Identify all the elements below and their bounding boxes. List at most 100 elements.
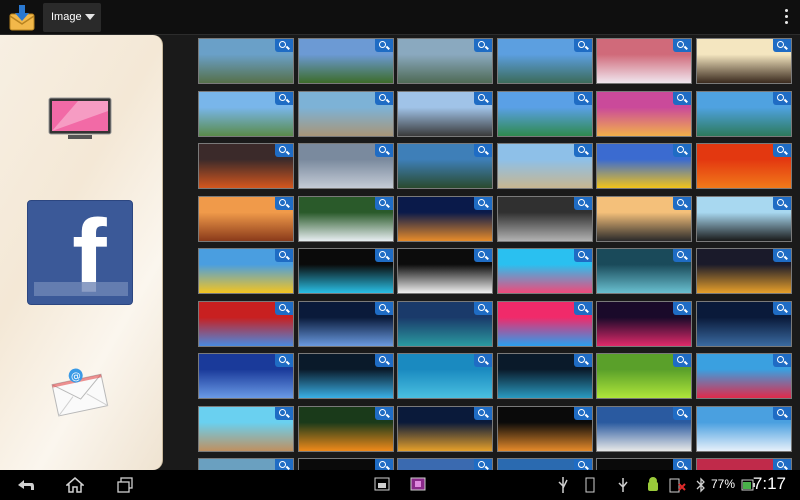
zoom-icon[interactable] — [673, 354, 691, 367]
zoom-icon[interactable] — [275, 197, 293, 210]
wallpaper-thumbnail[interactable] — [696, 196, 792, 242]
wallpaper-thumbnail[interactable] — [497, 143, 593, 189]
zoom-icon[interactable] — [474, 92, 492, 105]
zoom-icon[interactable] — [375, 197, 393, 210]
wallpaper-thumbnail[interactable] — [298, 91, 394, 137]
wallpaper-thumbnail[interactable] — [198, 38, 294, 84]
wallpaper-thumbnail[interactable] — [596, 301, 692, 347]
zoom-icon[interactable] — [673, 39, 691, 52]
wallpaper-thumbnail[interactable] — [198, 91, 294, 137]
zoom-icon[interactable] — [375, 144, 393, 157]
wallpaper-thumbnail[interactable] — [696, 406, 792, 452]
wallpaper-thumbnail[interactable] — [497, 196, 593, 242]
zoom-icon[interactable] — [375, 459, 393, 470]
wallpaper-thumbnail[interactable] — [596, 406, 692, 452]
zoom-icon[interactable] — [275, 92, 293, 105]
facebook-share-icon[interactable]: f — [27, 200, 133, 305]
wallpaper-thumbnail[interactable] — [696, 143, 792, 189]
wallpaper-thumbnail[interactable] — [696, 91, 792, 137]
zoom-icon[interactable] — [673, 302, 691, 315]
zoom-icon[interactable] — [375, 302, 393, 315]
wallpaper-thumbnail[interactable] — [696, 458, 792, 470]
wallpaper-thumbnail[interactable] — [596, 196, 692, 242]
wallpaper-thumbnail[interactable] — [298, 301, 394, 347]
wallpaper-thumbnail[interactable] — [497, 406, 593, 452]
wallpaper-thumbnail[interactable] — [397, 38, 493, 84]
wallpaper-thumbnail[interactable] — [596, 353, 692, 399]
type-spinner[interactable]: Image — [43, 3, 101, 32]
zoom-icon[interactable] — [773, 354, 791, 367]
zoom-icon[interactable] — [474, 302, 492, 315]
wallpaper-thumbnail[interactable] — [198, 406, 294, 452]
wallpaper-thumbnail[interactable] — [497, 458, 593, 470]
zoom-icon[interactable] — [773, 197, 791, 210]
zoom-icon[interactable] — [574, 39, 592, 52]
wallpaper-thumbnail[interactable] — [198, 248, 294, 294]
wallpaper-thumbnail[interactable] — [497, 91, 593, 137]
zoom-icon[interactable] — [574, 459, 592, 470]
small-app-icon[interactable] — [374, 476, 390, 494]
zoom-icon[interactable] — [275, 144, 293, 157]
zoom-icon[interactable] — [375, 92, 393, 105]
wallpaper-thumbnail[interactable] — [596, 143, 692, 189]
wallpaper-thumbnail[interactable] — [497, 301, 593, 347]
wallpaper-thumbnail[interactable] — [596, 458, 692, 470]
wallpaper-thumbnail[interactable] — [696, 38, 792, 84]
home-icon[interactable] — [65, 476, 85, 494]
wallpaper-thumbnail[interactable] — [298, 143, 394, 189]
zoom-icon[interactable] — [275, 354, 293, 367]
zoom-icon[interactable] — [474, 354, 492, 367]
email-share-icon[interactable]: @ — [50, 365, 110, 417]
zoom-icon[interactable] — [574, 144, 592, 157]
wallpaper-thumbnail[interactable] — [198, 143, 294, 189]
zoom-icon[interactable] — [474, 407, 492, 420]
zoom-icon[interactable] — [773, 144, 791, 157]
wallpaper-thumbnail[interactable] — [397, 301, 493, 347]
wallpaper-thumbnail[interactable] — [397, 458, 493, 470]
zoom-icon[interactable] — [773, 459, 791, 470]
zoom-icon[interactable] — [275, 249, 293, 262]
screenshot-notification-icon[interactable] — [410, 476, 426, 494]
zoom-icon[interactable] — [474, 144, 492, 157]
zoom-icon[interactable] — [275, 302, 293, 315]
zoom-icon[interactable] — [275, 407, 293, 420]
zoom-icon[interactable] — [275, 459, 293, 470]
zoom-icon[interactable] — [673, 249, 691, 262]
zoom-icon[interactable] — [673, 197, 691, 210]
wallpaper-thumbnail[interactable] — [298, 406, 394, 452]
wallpaper-thumbnail[interactable] — [397, 196, 493, 242]
wallpaper-thumbnail[interactable] — [198, 196, 294, 242]
zoom-icon[interactable] — [574, 354, 592, 367]
wallpaper-thumbnail[interactable] — [497, 38, 593, 84]
wallpaper-thumbnail[interactable] — [298, 458, 394, 470]
zoom-icon[interactable] — [375, 249, 393, 262]
zoom-icon[interactable] — [375, 354, 393, 367]
wallpaper-thumbnail[interactable] — [696, 301, 792, 347]
wallpaper-thumbnail[interactable] — [397, 91, 493, 137]
wallpaper-thumbnail[interactable] — [397, 353, 493, 399]
wallpaper-thumbnail[interactable] — [696, 248, 792, 294]
recent-apps-icon[interactable] — [116, 476, 134, 494]
download-envelope-icon[interactable] — [8, 4, 36, 32]
wallpaper-thumbnail[interactable] — [298, 38, 394, 84]
zoom-icon[interactable] — [474, 459, 492, 470]
wallpaper-thumbnail[interactable] — [397, 248, 493, 294]
zoom-icon[interactable] — [474, 197, 492, 210]
zoom-icon[interactable] — [673, 407, 691, 420]
wallpaper-thumbnail[interactable] — [298, 196, 394, 242]
zoom-icon[interactable] — [474, 249, 492, 262]
zoom-icon[interactable] — [574, 249, 592, 262]
wallpaper-thumbnail[interactable] — [198, 353, 294, 399]
back-icon[interactable] — [16, 476, 36, 494]
zoom-icon[interactable] — [574, 92, 592, 105]
zoom-icon[interactable] — [773, 302, 791, 315]
zoom-icon[interactable] — [375, 407, 393, 420]
zoom-icon[interactable] — [773, 92, 791, 105]
tv-share-icon[interactable] — [48, 97, 112, 141]
zoom-icon[interactable] — [773, 249, 791, 262]
wallpaper-thumbnail[interactable] — [298, 353, 394, 399]
overflow-menu-icon[interactable] — [784, 9, 790, 27]
wallpaper-thumbnail[interactable] — [696, 353, 792, 399]
zoom-icon[interactable] — [574, 407, 592, 420]
wallpaper-thumbnail[interactable] — [198, 301, 294, 347]
